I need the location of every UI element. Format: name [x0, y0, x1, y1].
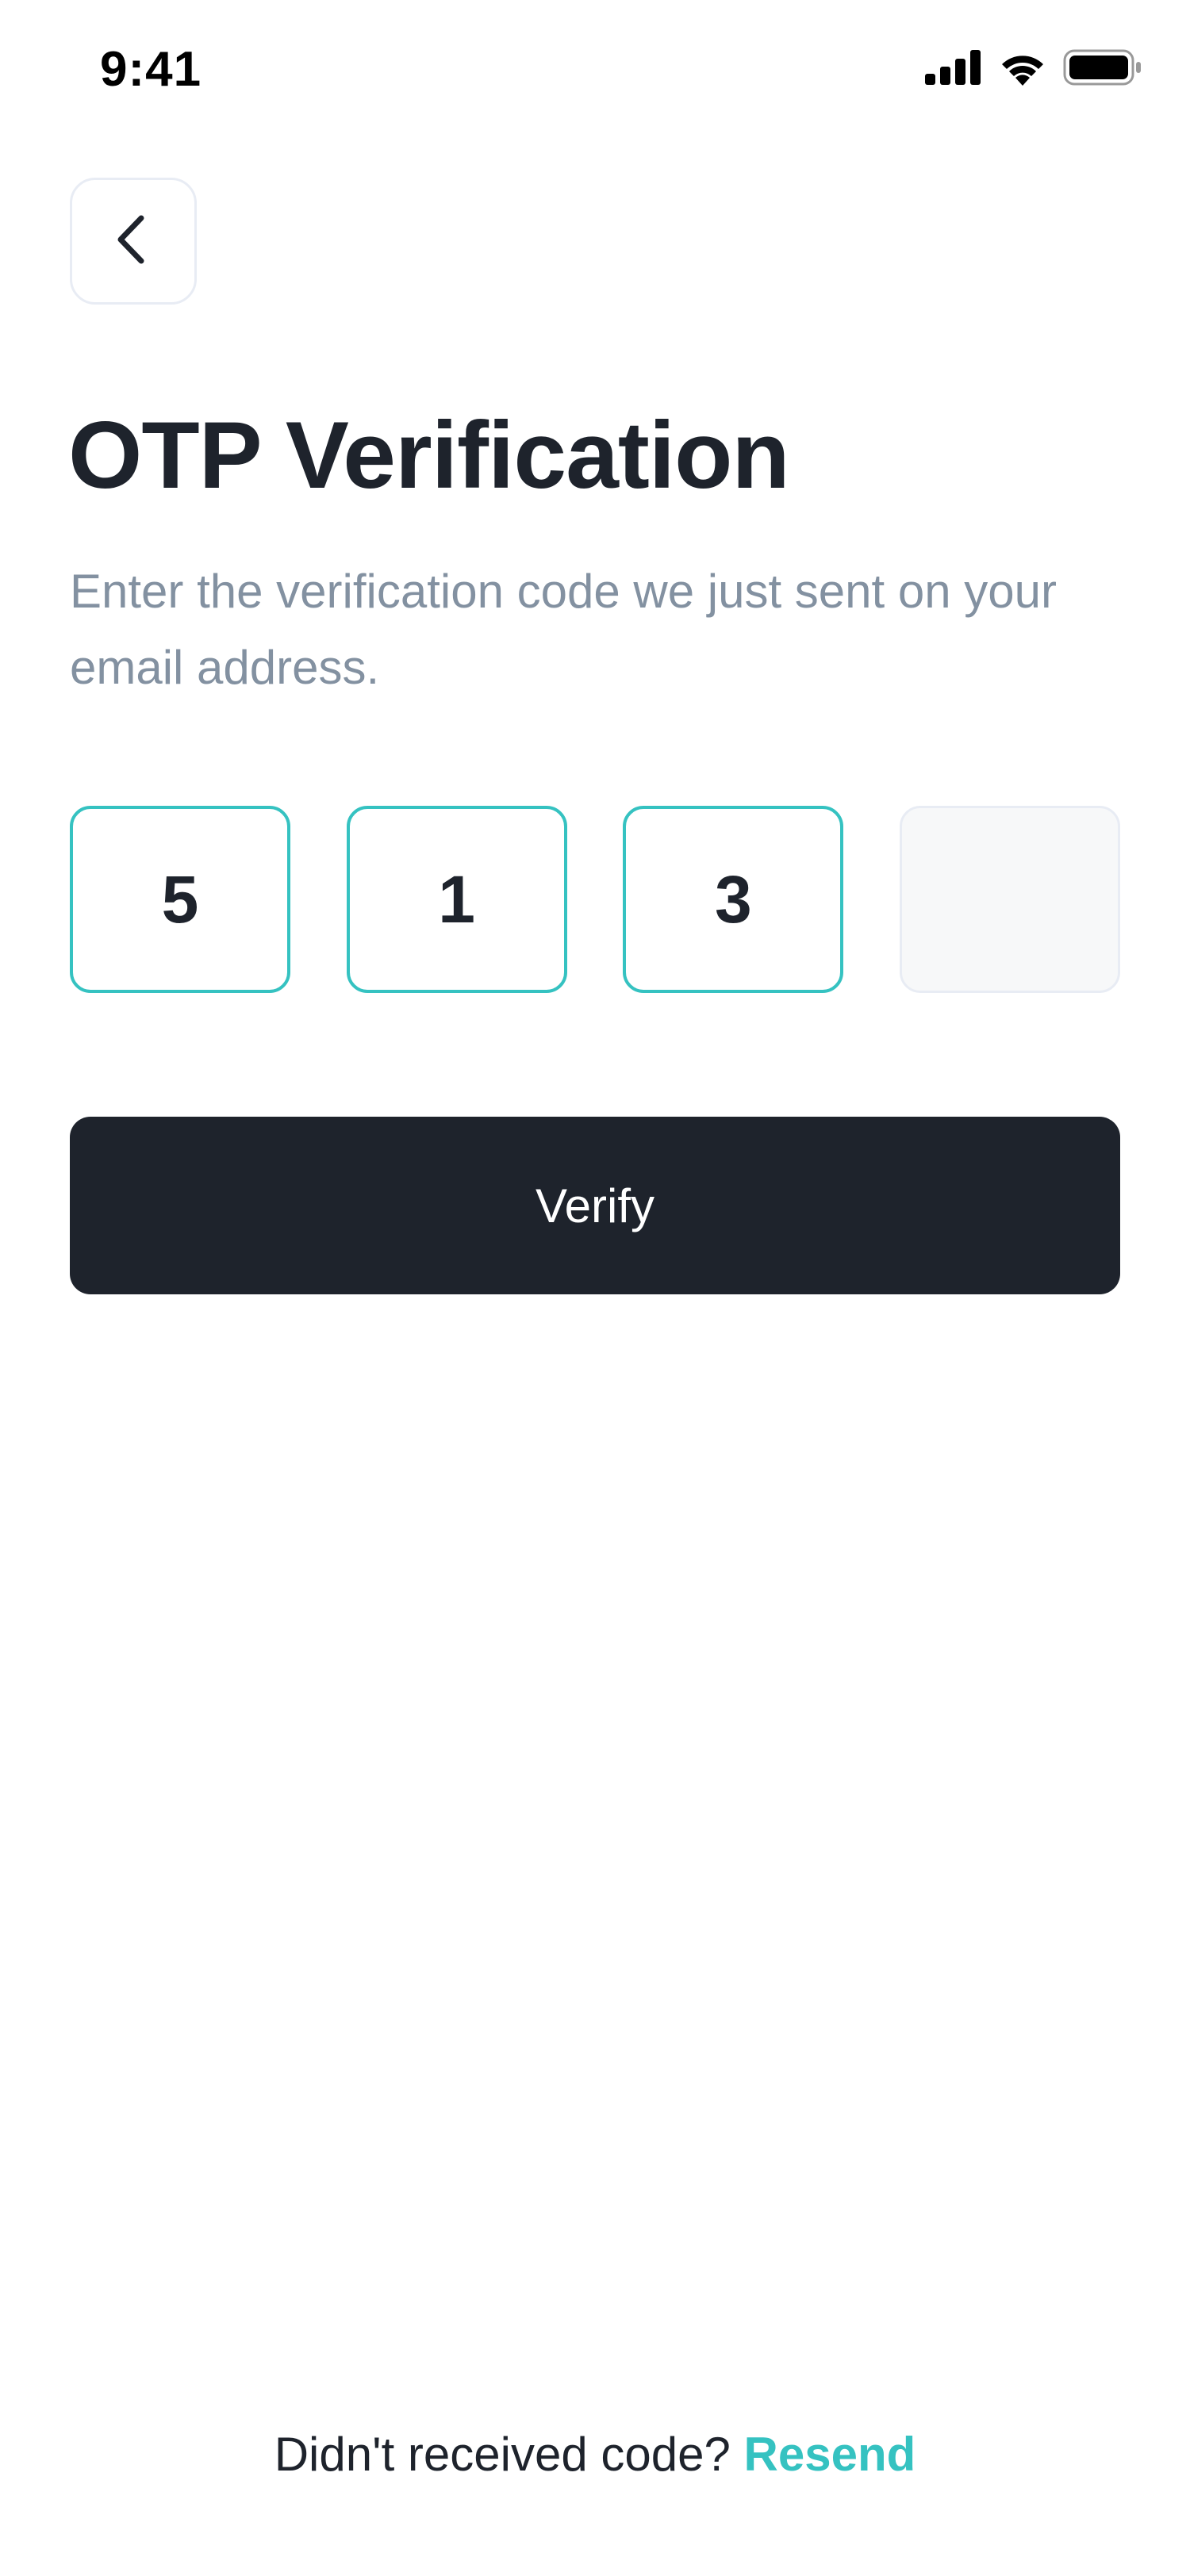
wifi-icon [998, 49, 1047, 86]
battery-icon [1063, 49, 1142, 86]
otp-digit-1[interactable]: 5 [70, 806, 290, 993]
otp-digit-4[interactable] [899, 806, 1120, 993]
resend-prompt: Didn't received code? [274, 2428, 744, 2481]
verify-button[interactable]: Verify [70, 1117, 1120, 1294]
status-time: 9:41 [100, 42, 202, 97]
page-subtitle: Enter the verification code we just sent… [70, 565, 1058, 694]
otp-digit-2[interactable]: 1 [346, 806, 567, 993]
status-icons [925, 49, 1142, 86]
otp-input-group: 5 1 3 [70, 806, 1120, 993]
signal-icon [925, 50, 982, 85]
chevron-left-icon [109, 212, 157, 271]
otp-digit-3[interactable]: 3 [623, 806, 844, 993]
resend-row: Didn't received code? Resend [0, 2427, 1190, 2482]
back-button[interactable] [70, 178, 197, 305]
status-bar: 9:41 [0, 0, 1190, 151]
page-title: OTP Verification [68, 402, 790, 508]
resend-link[interactable]: Resend [744, 2428, 916, 2481]
